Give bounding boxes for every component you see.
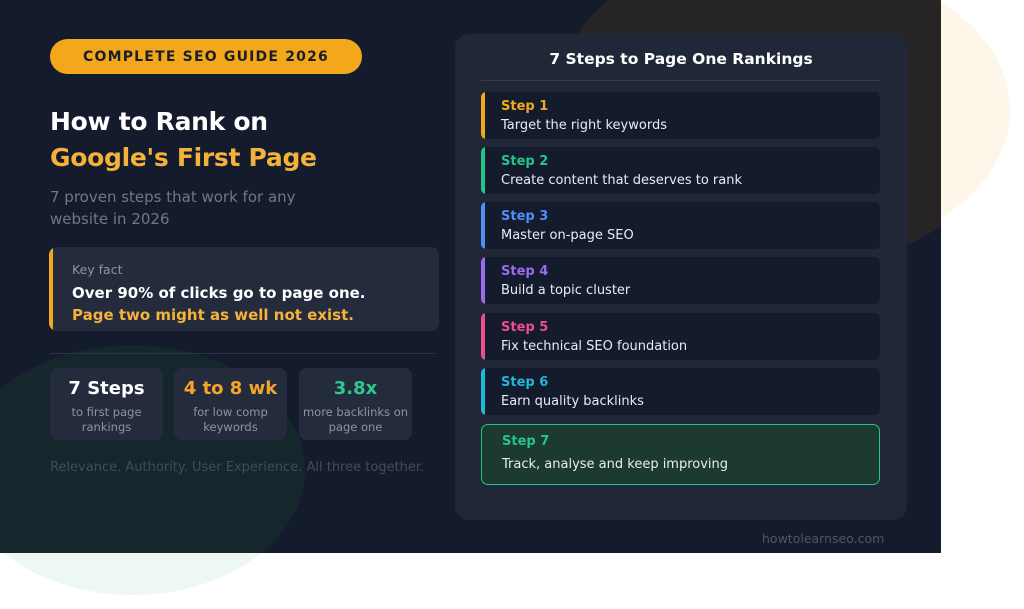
stat-card-weeks: 4 to 8 wk for low comp keywords [174,368,287,440]
steps-panel-divider [481,80,880,81]
stat-description: more backlinks on page one [302,405,409,434]
page-title: How to Rank on Google's First Page [50,104,317,176]
stat-card-backlinks: 3.8x more backlinks on page one [299,368,412,440]
step-item-3: Step 3 Master on-page SEO [481,202,880,249]
website-url: howtolearnseo.com [762,531,885,546]
step-number: Step 7 [502,434,550,449]
step-item-4: Step 4 Build a topic cluster [481,257,880,304]
steps-panel-title: 7 Steps to Page One Rankings [549,50,813,68]
key-fact-line-1: Over 90% of clicks go to page one. [72,284,366,302]
step-accent-bar [481,368,485,415]
stat-description: to first page rankings [71,405,142,434]
step-number: Step 5 [501,320,549,335]
stat-description: for low comp keywords [193,405,268,434]
key-fact-label: Key fact [72,262,123,277]
step-number: Step 6 [501,375,549,390]
step-text: Build a topic cluster [501,283,631,298]
step-item-7: Step 7 Track, analyse and keep improving [481,424,880,485]
title-line-1: How to Rank on [50,107,268,136]
step-text: Target the right keywords [501,118,667,133]
step-number: Step 3 [501,209,549,224]
stat-card-steps: 7 Steps to first page rankings [50,368,163,440]
guide-badge: COMPLETE SEO GUIDE 2026 [50,39,362,74]
steps-panel: 7 Steps to Page One Rankings Step 1 Targ… [455,34,907,520]
step-item-5: Step 5 Fix technical SEO foundation [481,313,880,360]
key-fact-box: Key fact Over 90% of clicks go to page o… [49,247,439,331]
step-accent-bar [481,257,485,304]
step-item-6: Step 6 Earn quality backlinks [481,368,880,415]
step-text: Create content that deserves to rank [501,173,742,188]
stat-value: 3.8x [333,378,378,399]
step-number: Step 4 [501,264,549,279]
subtitle: 7 proven steps that work for any website… [50,188,296,228]
key-fact-line-2: Page two might as well not exist. [72,306,354,324]
step-number: Step 2 [501,154,549,169]
title-line-2: Google's First Page [50,143,317,172]
step-text: Master on-page SEO [501,228,634,243]
key-fact-accent-bar [49,247,53,331]
infographic-card: COMPLETE SEO GUIDE 2026 How to Rank on G… [0,0,941,553]
step-text: Track, analyse and keep improving [502,457,729,472]
stat-value: 4 to 8 wk [183,378,278,399]
step-text: Earn quality backlinks [501,394,644,409]
tagline: Relevance. Authority. User Experience. A… [50,460,425,475]
step-item-2: Step 2 Create content that deserves to r… [481,147,880,194]
step-accent-bar [481,147,485,194]
step-item-1: Step 1 Target the right keywords [481,92,880,139]
section-divider [50,353,435,354]
step-accent-bar [481,313,485,360]
step-accent-bar [481,92,485,139]
step-text: Fix technical SEO foundation [501,339,688,354]
step-number: Step 1 [501,99,549,114]
stat-value: 7 Steps [68,378,145,399]
step-accent-bar [481,202,485,249]
